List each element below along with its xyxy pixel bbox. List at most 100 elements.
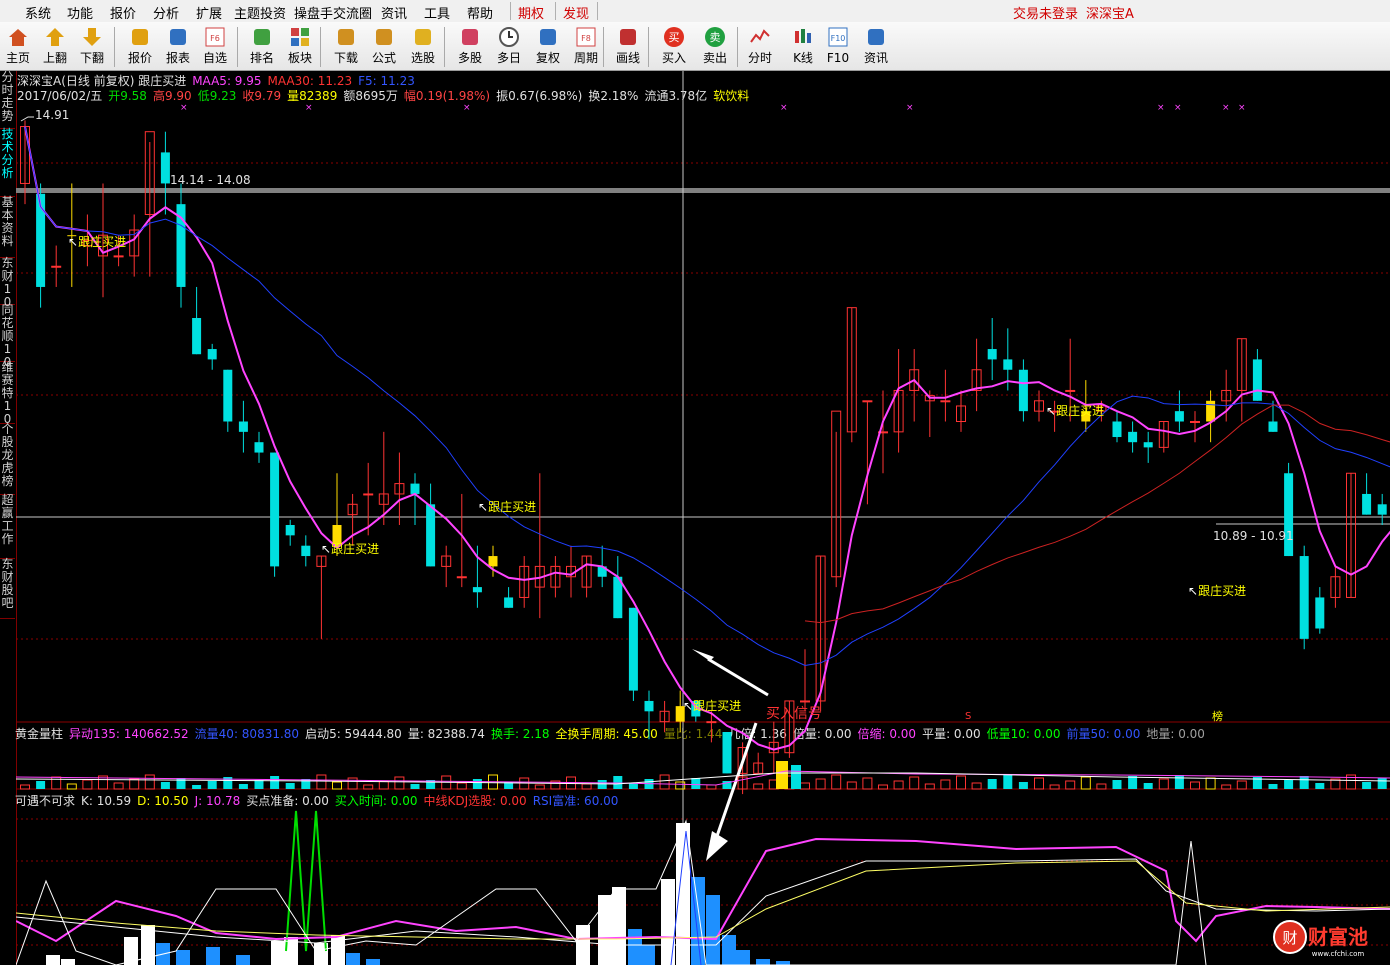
- menu-item-analysis[interactable]: 分析: [153, 3, 179, 22]
- menu-item-theme-invest[interactable]: 主题投资: [234, 3, 286, 22]
- candle-body: [862, 400, 873, 403]
- candle-body: [722, 732, 732, 774]
- draw-line-icon: [620, 29, 636, 45]
- toolbar-button-arrow-down[interactable]: 下翻: [74, 24, 110, 68]
- toolbar-button-news[interactable]: 资讯: [858, 24, 894, 68]
- volume-bar: [129, 778, 140, 790]
- toolbar-button-download[interactable]: 下载: [328, 24, 364, 68]
- toolbar-button-arrow-up[interactable]: 上翻: [37, 24, 73, 68]
- menu-item-options[interactable]: 期权: [518, 3, 544, 22]
- toolbar-button-f8[interactable]: F8 周期: [568, 24, 604, 68]
- volume-bar: [1034, 777, 1044, 790]
- toolbar-button-stock-pick[interactable]: 选股: [405, 24, 441, 68]
- toolbar-button-report[interactable]: 报表: [160, 24, 196, 68]
- toolbar-button-label: 买入: [661, 51, 686, 65]
- candle-body: [254, 442, 264, 453]
- signal-label: ↖跟庄买进: [478, 500, 537, 514]
- yen-icon: [132, 29, 148, 45]
- toolbar-button-yen[interactable]: 报价: [122, 24, 158, 68]
- left-tab-0[interactable]: 分时走势: [0, 71, 15, 129]
- candle-body: [410, 483, 420, 494]
- menu-item-trader-circle[interactable]: 操盘手交流圈: [294, 3, 372, 22]
- volume-bar: [956, 775, 966, 790]
- toolbar-button-ranking[interactable]: 排名: [244, 24, 280, 68]
- candle-body: [1112, 421, 1122, 438]
- candle-body: [644, 700, 654, 712]
- indicator-bar: [598, 895, 612, 965]
- candle-body: [160, 152, 170, 184]
- menu-item-news[interactable]: 资讯: [381, 3, 407, 22]
- volume-bar: [597, 780, 607, 789]
- candle-series: [20, 120, 1387, 795]
- volume-bar: [1377, 778, 1387, 789]
- left-tab-7[interactable]: 超赢工作: [0, 494, 15, 559]
- toolbar-button-draw-line[interactable]: 画线: [610, 24, 646, 68]
- toolbar-button-label: 分时: [747, 51, 772, 65]
- volume-bar: [238, 784, 248, 789]
- indicator-panel: [16, 810, 1390, 965]
- volume-bar: [753, 783, 764, 790]
- toolbar-button-f10[interactable]: F10 F10: [820, 24, 856, 68]
- toolbar-button-home[interactable]: 主页: [0, 24, 36, 68]
- top-marker: ×: [305, 103, 313, 113]
- kline-chart[interactable]: × × × × × × × × ×: [16, 71, 1390, 965]
- left-tab-3[interactable]: 东财10: [0, 257, 15, 309]
- menu-item-discover[interactable]: 发现: [563, 3, 589, 22]
- volume-bar: [1018, 782, 1028, 789]
- toolbar-button-f6[interactable]: F6 自选: [197, 24, 233, 68]
- volume-bar: [581, 783, 592, 790]
- candle-body: [301, 545, 311, 557]
- toolbar-button-formula[interactable]: 公式: [366, 24, 402, 68]
- volume-bar: [347, 777, 358, 790]
- volume-bar: [924, 783, 935, 790]
- menu-item-system[interactable]: 系统: [25, 3, 51, 22]
- indicator-bar: [576, 925, 590, 965]
- candle-body: [113, 255, 124, 258]
- volume-bar: [878, 784, 888, 790]
- volume-bar: [1362, 782, 1372, 789]
- candle-body: [1252, 359, 1262, 401]
- toolbar: 主页 上翻 下翻 报价 报表 F6 自选 排名 板块 下载 公式 选股 多股 多日 复权 F8 周期 画线买买入卖…: [0, 22, 1390, 71]
- candle-body: [706, 721, 717, 724]
- menu-item-function[interactable]: 功能: [67, 3, 93, 22]
- menu-item-tools[interactable]: 工具: [424, 3, 450, 22]
- menu-item-extend[interactable]: 扩展: [196, 3, 222, 22]
- svg-text:F6: F6: [210, 34, 220, 43]
- toolbar-button-buy[interactable]: 买买入: [656, 24, 692, 68]
- toolbar-button-sector[interactable]: 板块: [282, 24, 318, 68]
- toolbar-button-label: 复权: [535, 51, 560, 65]
- toolbar-button-multi-stock[interactable]: 多股: [452, 24, 488, 68]
- menu-item-quote[interactable]: 报价: [110, 3, 136, 22]
- left-tab-1[interactable]: 技术分析: [0, 128, 15, 197]
- left-tab-8[interactable]: 东财股吧: [0, 558, 15, 619]
- toolbar-button-kline[interactable]: K线: [785, 24, 821, 68]
- watermark-logo: 财 财富池 www.cfchi.com: [1272, 918, 1384, 958]
- signal-label: ↖跟庄买进: [683, 699, 742, 713]
- left-tab-5[interactable]: 维赛特10: [0, 361, 15, 426]
- signal-label: ↖跟庄买进: [1188, 584, 1247, 598]
- toolbar-button-sell[interactable]: 卖卖出: [697, 24, 733, 68]
- buy-time-line: [285, 810, 327, 952]
- toolbar-button-restore[interactable]: 复权: [530, 24, 566, 68]
- toolbar-separator: [648, 27, 649, 67]
- toolbar-button-intraday[interactable]: 分时: [742, 24, 778, 68]
- volume-bar: [1284, 780, 1294, 789]
- indicator-bar: [271, 941, 285, 965]
- volume-bar: [144, 774, 155, 790]
- left-tab-4[interactable]: 同花顺10: [0, 304, 15, 369]
- left-tab-2[interactable]: 基本资料: [0, 196, 15, 258]
- candle-body: [1377, 504, 1387, 515]
- top-marker: ×: [780, 103, 788, 113]
- left-tab-6[interactable]: 个股龙虎榜: [0, 423, 15, 495]
- volume-bar: [20, 784, 30, 790]
- toolbar-separator: [237, 27, 238, 67]
- report-icon: [170, 29, 186, 45]
- login-status[interactable]: 交易未登录: [1013, 3, 1078, 22]
- menu-item-help[interactable]: 帮助: [467, 3, 493, 22]
- candle-body: [800, 700, 810, 703]
- volume-bar: [534, 784, 545, 790]
- volume-bar: [815, 778, 826, 790]
- indicator-bar: [641, 945, 655, 965]
- toolbar-button-clock[interactable]: 多日: [491, 24, 527, 68]
- signal-label: ↖跟庄买进: [321, 542, 380, 556]
